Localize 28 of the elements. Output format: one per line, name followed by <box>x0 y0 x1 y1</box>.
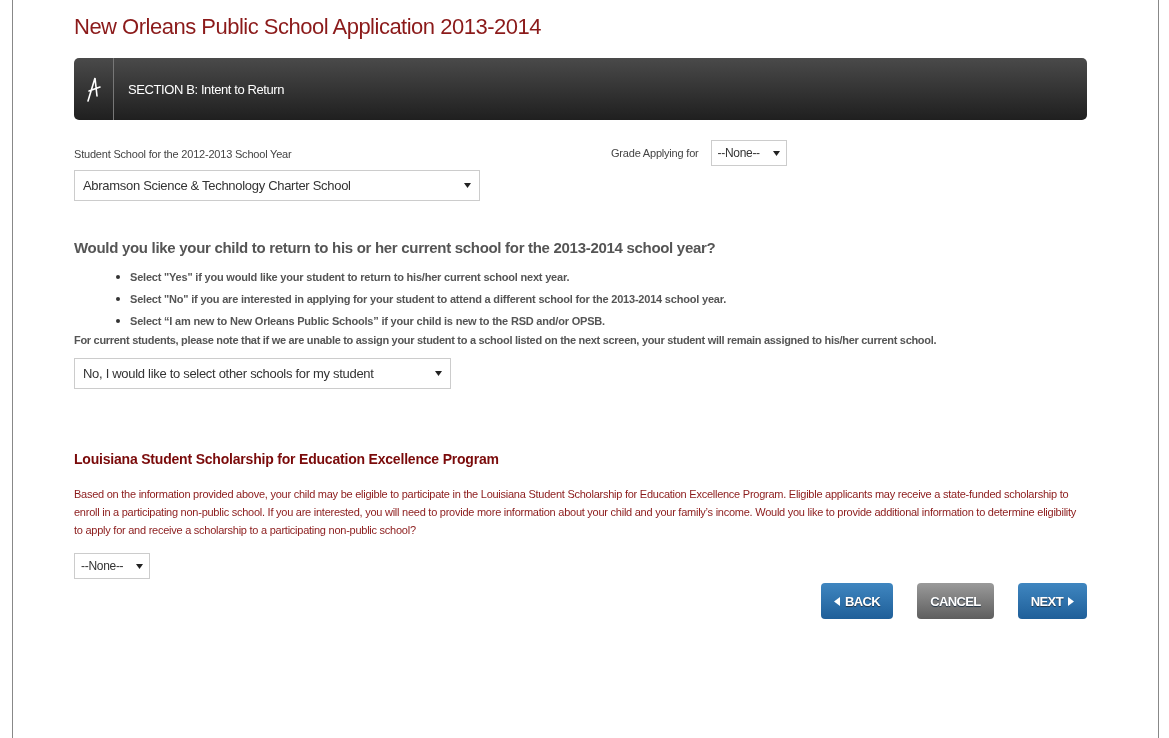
scholarship-dropdown[interactable]: --None-- <box>74 553 150 579</box>
page-title: New Orleans Public School Application 2013-2014 <box>74 14 542 40</box>
instruction-text: Select “I am new to New Orleans Public Schools” if your child is new to the RSD and/or OPSB. <box>130 315 605 327</box>
field-label: Student School for the 2012-2013 School Year <box>74 148 293 160</box>
note-text: For current students, please note that if we are unable to assign your student to a school listed on the next screen, your student will remain assigned to his/her current school. <box>74 334 938 346</box>
instruction-text: Select "Yes" if you would like your student to return to his/her current school next year. <box>130 271 570 283</box>
scholarship-text: Based on the information provided above, your child may be eligible to participate in the Louisiana Student Scholarship for Education Excellence Program. Eligible applicants may receive a state-funded scholarship to enroll in a participating non-public school. If you are interested, you will need to provide more information about your child and your family’s income. Would you like to provide additional information to determine eligibility to apply for and receive a scholarship to a participating non-public school? <box>74 487 1078 538</box>
return-dropdown[interactable]: No, I would like to select other schools for my student <box>74 358 451 389</box>
bullet-icon <box>116 275 120 279</box>
school-dropdown[interactable]: Abramson Science & Technology Charter School <box>74 170 480 201</box>
right-triangle-icon <box>1068 596 1074 606</box>
question: Would you like your child to return to his or her current school for the 2013-2014 school year? <box>74 239 717 256</box>
caret-icon <box>136 563 143 569</box>
left-triangle-icon <box>834 596 840 606</box>
back-button[interactable]: BACK <box>821 583 894 619</box>
bullet-icon <box>116 297 120 301</box>
signature-icon <box>85 76 102 102</box>
grade-dropdown[interactable]: --None-- <box>710 140 787 166</box>
caret-icon <box>772 150 780 156</box>
caret-icon <box>464 183 471 188</box>
field-label: Grade Applying for <box>611 147 699 159</box>
cancel-button[interactable]: CANCEL <box>917 583 994 619</box>
instruction-text: Select "No" if you are interested in applying for your student to attend a different school for the 2013-2014 school year. <box>130 293 727 305</box>
next-button[interactable]: NEXT <box>1017 583 1087 619</box>
scholarship-heading: Louisiana Student Scholarship for Education Excellence Program <box>74 451 500 467</box>
caret-icon <box>435 371 442 376</box>
section-title: SECTION B: Intent to Return <box>128 81 285 97</box>
bullet-icon <box>116 319 120 323</box>
